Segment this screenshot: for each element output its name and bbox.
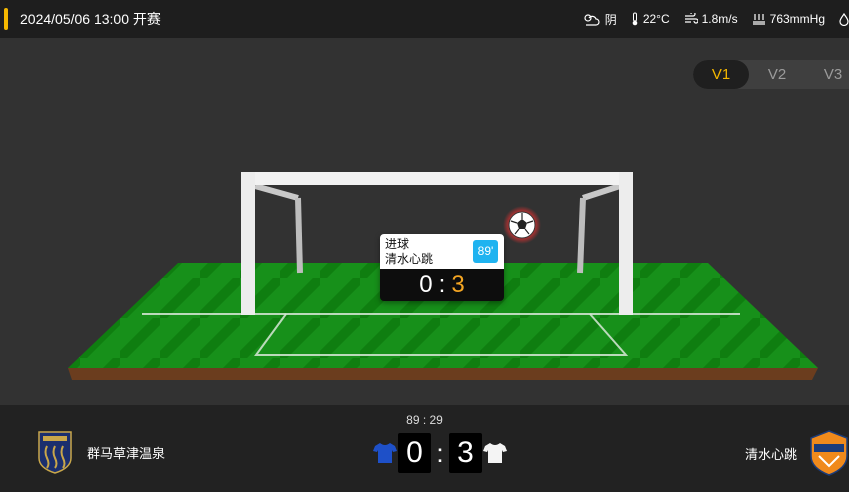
temperature-text: 22°C — [642, 12, 670, 26]
goal-back-right — [582, 183, 621, 201]
match-start-time: 2024/05/06 13:00 开赛 — [20, 11, 161, 27]
thermometer-icon — [632, 12, 638, 26]
score-separator: : — [436, 437, 444, 468]
goal-back-left-post — [295, 197, 303, 274]
goal-event-popup: 进球 清水心跳 89' 0 : 3 — [380, 234, 504, 301]
scoreboard: 89 : 29 群马草津温泉 0 : 3 清水心跳 — [0, 405, 849, 492]
pitch-soil-edge — [68, 368, 818, 380]
goal-crossbar — [241, 172, 633, 185]
away-team-crest-icon — [810, 430, 848, 476]
accent-bar — [4, 8, 8, 30]
home-score: 0 — [398, 433, 431, 473]
event-score-separator: : — [438, 271, 446, 298]
main-score: 0 : 3 — [372, 433, 508, 473]
home-team: 群马草津温泉 — [37, 430, 165, 474]
weather-condition: 阴 — [581, 11, 617, 28]
weather-temperature: 22°C — [631, 12, 670, 26]
away-team: 清水心跳 — [745, 430, 849, 476]
humidity — [839, 12, 849, 26]
home-team-name: 群马草津温泉 — [87, 445, 166, 461]
pitch-illustration — [68, 172, 818, 380]
cloudy-icon — [584, 14, 600, 26]
event-score-away: 3 — [451, 271, 465, 298]
water-drop-icon — [839, 12, 849, 26]
weather-condition-text: 阴 — [604, 12, 617, 27]
goal-left-post — [241, 172, 255, 315]
home-kit-icon — [372, 440, 398, 466]
match-clock: 89 : 29 — [406, 413, 443, 427]
event-header: 进球 清水心跳 89' — [380, 234, 504, 269]
weather-pressure: 763mmHg — [752, 12, 825, 26]
wind-icon — [684, 13, 698, 24]
home-team-crest-icon — [38, 431, 72, 474]
goal-back-right-post — [577, 197, 586, 274]
weather-wind: 1.8m/s — [684, 12, 738, 26]
goal-back-left — [254, 183, 299, 201]
event-score: 0 : 3 — [380, 269, 504, 301]
wind-text: 1.8m/s — [701, 12, 738, 26]
event-minute-badge: 89' — [473, 240, 498, 263]
away-score: 3 — [449, 433, 482, 473]
match-stage: V1 V2 V3 进球 清水心跳 89' 0: 3 — [0, 38, 849, 405]
pressure-text: 763mmHg — [769, 12, 825, 26]
away-kit-icon — [482, 440, 508, 466]
weather-bar: 阴 22°C 1.8m/s 763mmHg — [581, 0, 849, 38]
top-bar: 2024/05/06 13:00 开赛 阴 22°C 1.8m/s 763mmH… — [0, 0, 849, 38]
pressure-icon — [752, 14, 765, 25]
event-score-home: 0 — [419, 271, 433, 298]
away-team-name: 清水心跳 — [744, 446, 797, 462]
goal-right-post — [619, 172, 633, 315]
